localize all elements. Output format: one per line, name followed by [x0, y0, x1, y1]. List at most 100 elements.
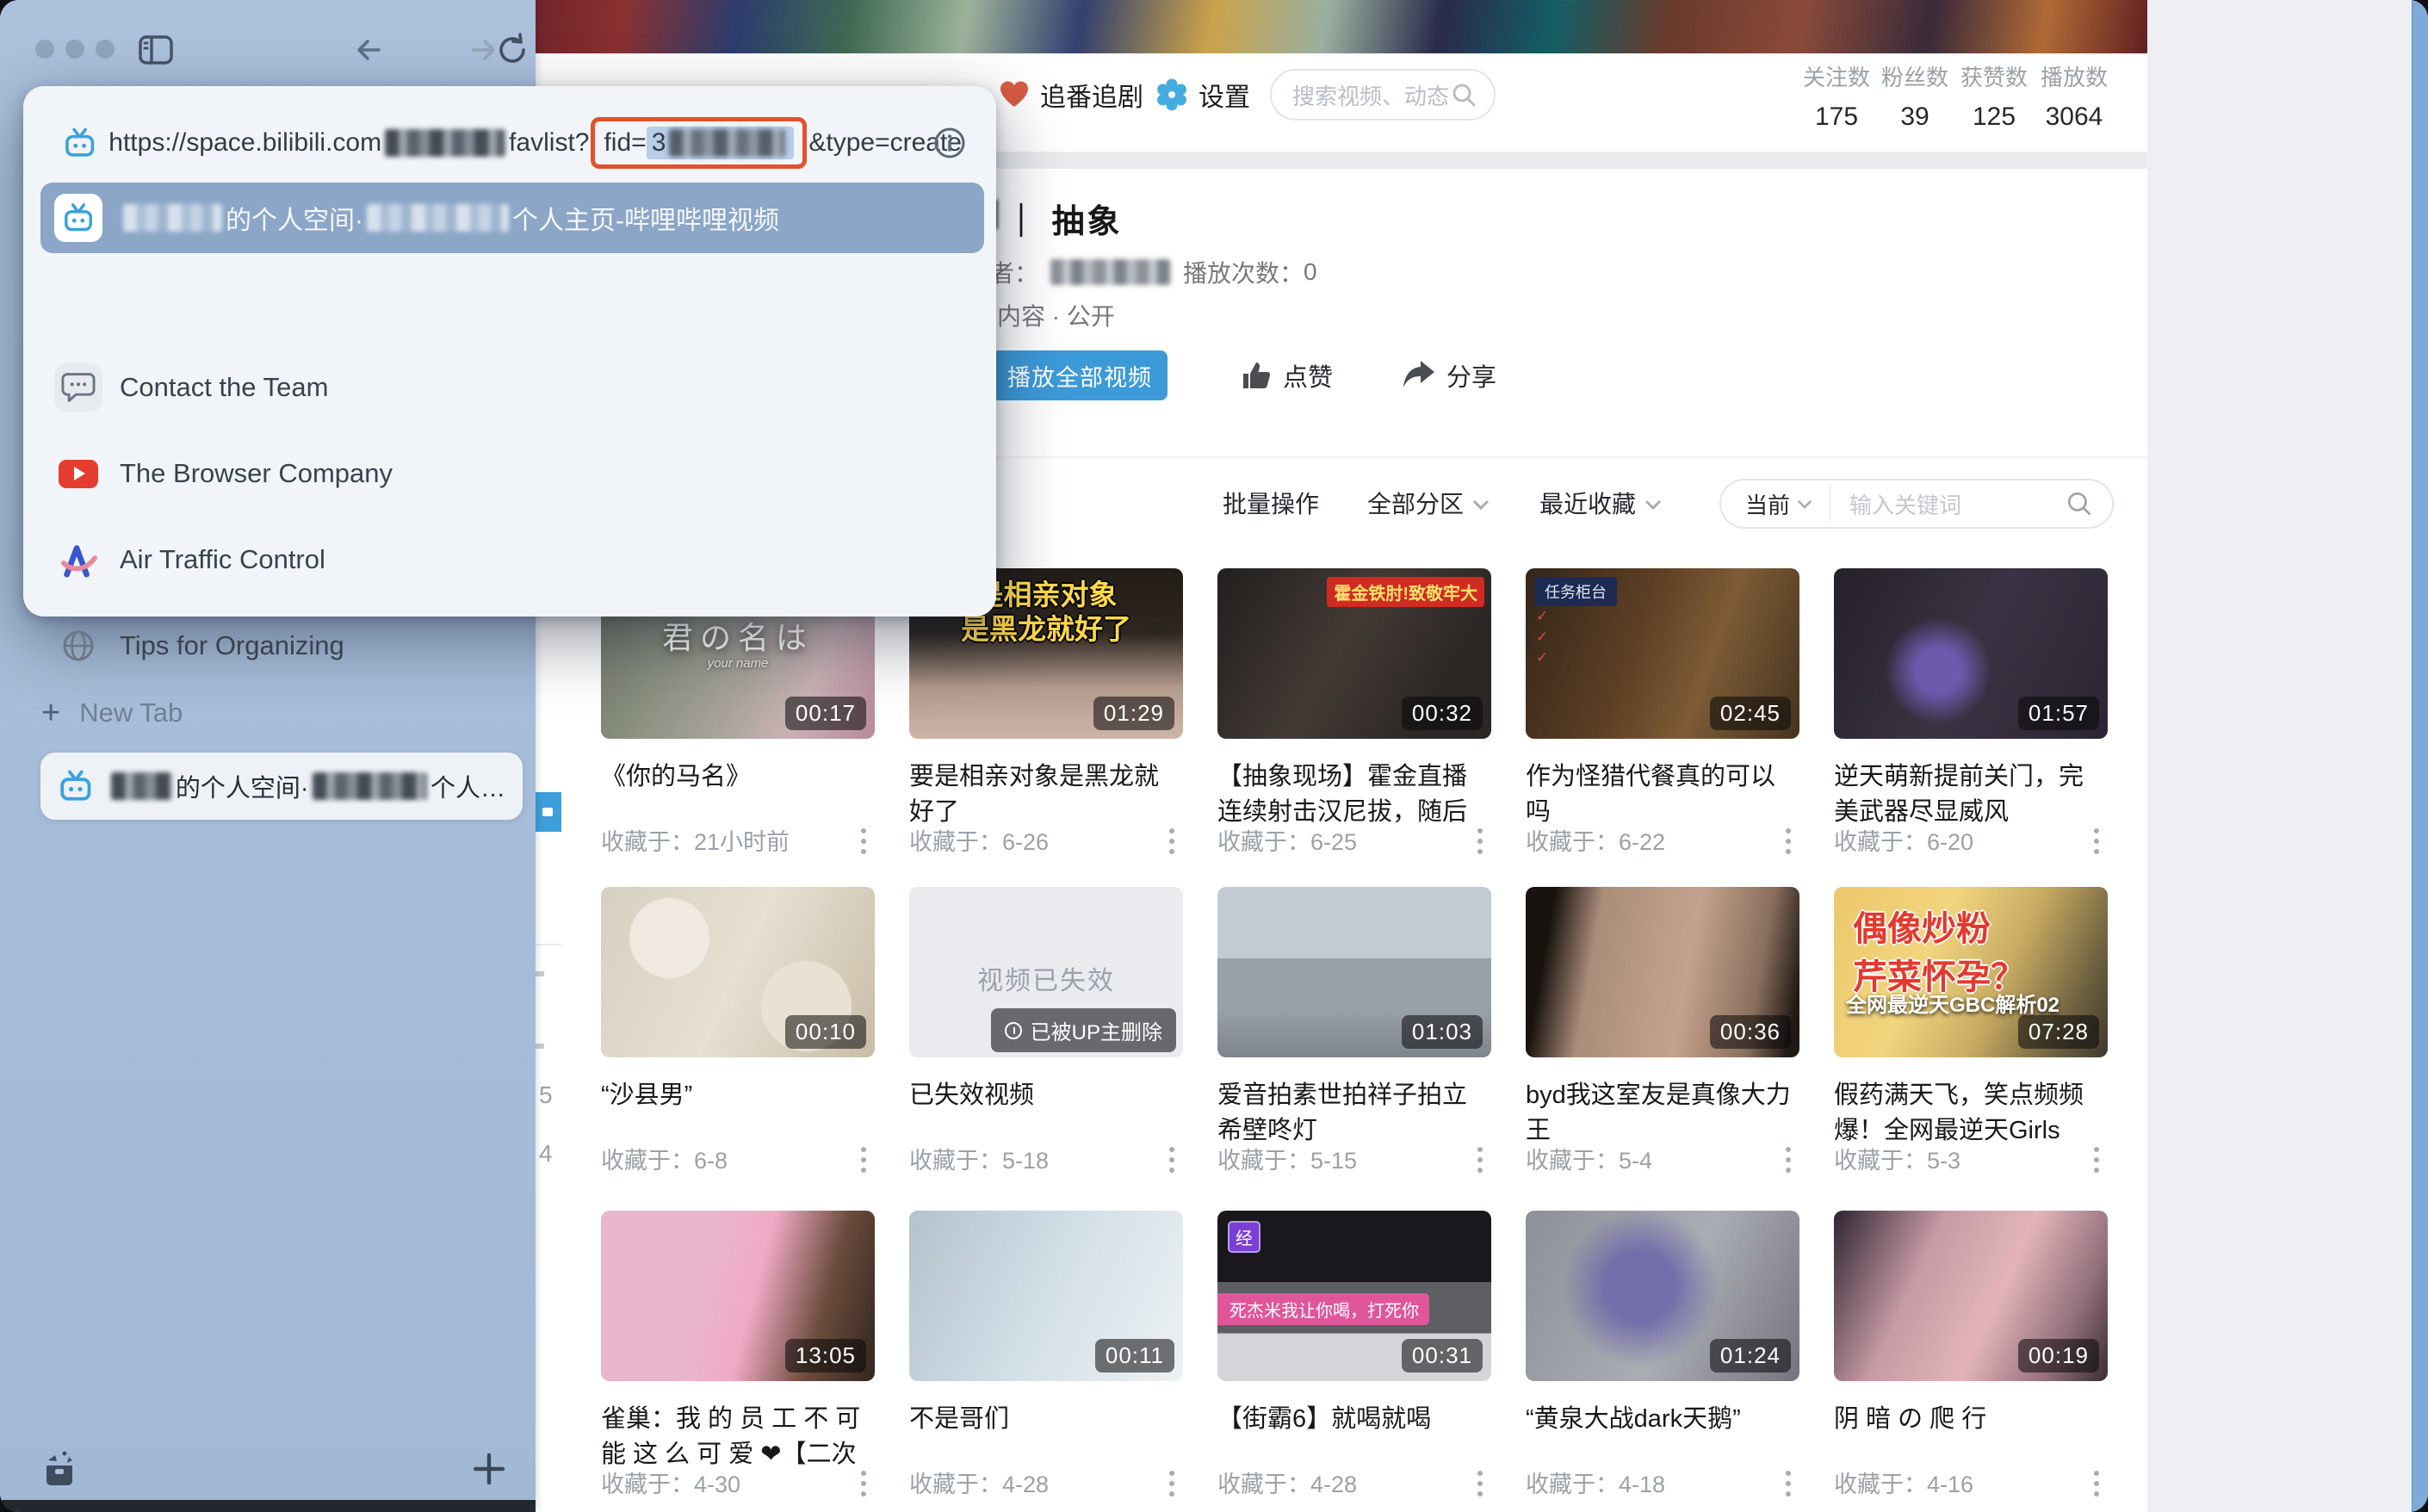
more-options-icon[interactable]: [1782, 1467, 1794, 1500]
back-icon[interactable]: [351, 34, 386, 65]
more-options-icon[interactable]: [858, 1467, 870, 1500]
video-thumbnail[interactable]: 任务柜台02:45: [1526, 568, 1799, 739]
video-title[interactable]: 【抽象现场】霍金直播连续射击汉尼拔，随后直播间被封: [1217, 759, 1491, 830]
video-card[interactable]: 偶像炒粉芹菜怀孕？全网最逆天GBC解析0207:28 假药满天飞，笑点频频爆！全网…: [1834, 887, 2108, 1190]
video-card[interactable]: 01:24“黄泉大战dark天鹅”收藏于：4-18: [1526, 1211, 1799, 1512]
more-options-icon[interactable]: [1474, 825, 1486, 858]
more-options-icon[interactable]: [2090, 825, 2103, 858]
dot: [1477, 839, 1483, 844]
dot: [2094, 1471, 2099, 1476]
video-title[interactable]: byd我这室友是真像大力王: [1526, 1078, 1799, 1149]
video-thumbnail[interactable]: 霍金铁肘!致敬牢大00:32: [1217, 568, 1491, 739]
video-title[interactable]: 雀巢：我 的 员 工 不 可 能 这 么 可 爱 ❤【二次元爆改: [601, 1402, 875, 1472]
chevron-down-icon: [1797, 499, 1812, 510]
video-thumbnail[interactable]: 01:24: [1526, 1211, 1799, 1381]
url-bar[interactable]: https://space.bilibili.com favlist? fid=…: [63, 115, 962, 170]
video-title[interactable]: 假药满天飞，笑点频频爆！全网最逆天Girls Band Cry解析: [1834, 1078, 2108, 1149]
like-button[interactable]: 点赞: [1240, 350, 1333, 400]
stat-plays[interactable]: 播放数 3064: [2022, 60, 2126, 132]
video-title[interactable]: 爱音拍素世拍祥子拍立希壁咚灯: [1217, 1078, 1491, 1149]
video-card[interactable]: 视频已失效已被UP主删除已失效视频收藏于：5-18: [909, 887, 1183, 1190]
video-title[interactable]: 【街霸6】就喝就喝: [1217, 1402, 1491, 1437]
category-dropdown[interactable]: 全部分区: [1367, 480, 1490, 529]
suggestion-browser-company[interactable]: The Browser Company: [40, 434, 984, 513]
saved-date-row: 收藏于：6-22: [1526, 823, 1665, 857]
video-thumbnail[interactable]: 经死杰米我让你喝，打死你00:31: [1217, 1211, 1491, 1381]
video-card[interactable]: 01:03爱音拍素世拍祥子拍立希壁咚灯收藏于：5-15: [1217, 887, 1491, 1190]
search-icon[interactable]: [2066, 490, 2093, 517]
new-tab-plus-icon[interactable]: [470, 1450, 508, 1488]
suggestion-label: Air Traffic Control: [120, 544, 325, 575]
more-options-icon[interactable]: [1474, 1467, 1486, 1500]
video-title[interactable]: “沙县男”: [601, 1078, 875, 1113]
video-title[interactable]: 作为怪猎代餐真的可以吗: [1526, 759, 1799, 830]
more-options-icon[interactable]: [1782, 1143, 1794, 1176]
video-thumbnail[interactable]: 偶像炒粉芹菜怀孕？全网最逆天GBC解析0207:28: [1834, 887, 2108, 1057]
video-thumbnail[interactable]: 00:36: [1526, 887, 1799, 1057]
video-card[interactable]: 任务柜台02:45 作为怪猎代餐真的可以吗收藏于：6-22: [1526, 568, 1799, 871]
video-thumbnail[interactable]: 13:05: [601, 1211, 875, 1381]
video-thumbnail[interactable]: 00:10: [601, 887, 875, 1057]
video-title[interactable]: 不是哥们: [909, 1402, 1183, 1437]
suggestion-tips-organizing[interactable]: Tips for Organizing: [40, 606, 984, 685]
video-card[interactable]: 霍金铁肘!致敬牢大00:32【抽象现场】霍金直播连续射击汉尼拔，随后直播间被封收…: [1217, 568, 1491, 871]
reload-icon[interactable]: [494, 33, 530, 67]
more-options-icon[interactable]: [1166, 825, 1178, 858]
thumbnail-caption: 经: [1228, 1221, 1260, 1253]
dot: [1169, 828, 1174, 833]
suggestion-selected[interactable]: 的个人空间· 个人主页-哔哩哔哩视频: [40, 183, 984, 253]
keyword-input[interactable]: 输入关键词: [1849, 488, 2066, 520]
library-icon[interactable]: [38, 1448, 81, 1491]
new-tab-button[interactable]: + New Tab: [41, 692, 183, 734]
dot: [1169, 849, 1174, 854]
video-title[interactable]: 已失效视频: [909, 1078, 1183, 1113]
video-thumbnail[interactable]: 视频已失效已被UP主删除: [909, 887, 1183, 1057]
video-card[interactable]: 00:36byd我这室友是真像大力王收藏于：5-4: [1526, 887, 1799, 1190]
video-thumbnail[interactable]: 01:03: [1217, 887, 1491, 1057]
video-title[interactable]: 逆天萌新提前关门，完美武器尽显威风: [1834, 759, 2108, 830]
more-options-icon[interactable]: [1782, 825, 1794, 858]
suggestion-label: Tips for Organizing: [120, 630, 344, 661]
nav-bangumi[interactable]: 追番追剧: [999, 76, 1143, 114]
play-all-button[interactable]: 播放全部视频: [992, 350, 1168, 400]
traffic-light-zoom[interactable]: [96, 40, 115, 59]
video-thumbnail[interactable]: 00:11: [909, 1211, 1183, 1381]
info-icon[interactable]: [932, 126, 967, 160]
more-options-icon[interactable]: [858, 1143, 870, 1176]
video-thumbnail[interactable]: 01:57: [1834, 568, 2108, 739]
share-button[interactable]: 分享: [1402, 350, 1496, 400]
traffic-light-close[interactable]: [35, 40, 54, 59]
more-options-icon[interactable]: [2090, 1143, 2103, 1176]
scope-dropdown[interactable]: 当前: [1745, 488, 1812, 520]
saved-label: 收藏于：: [909, 1472, 1002, 1497]
more-options-icon[interactable]: [1474, 1143, 1486, 1176]
video-title[interactable]: 阴 暗 の 爬 行: [1834, 1402, 2108, 1437]
saved-label: 收藏于：: [601, 829, 694, 855]
nav-settings[interactable]: 设置: [1155, 76, 1250, 114]
video-thumbnail[interactable]: 00:19: [1834, 1211, 2108, 1381]
suggestion-contact-team[interactable]: Contact the Team: [40, 348, 984, 427]
dot: [2094, 1491, 2099, 1497]
more-options-icon[interactable]: [1166, 1467, 1178, 1500]
video-card[interactable]: 00:19阴 暗 の 爬 行收藏于：4-16: [1834, 1211, 2108, 1512]
selected-folder-fragment[interactable]: [536, 792, 561, 832]
video-title[interactable]: 要是相亲对象是黑龙就好了: [909, 759, 1183, 830]
batch-actions-button[interactable]: 批量操作: [1223, 480, 1319, 529]
more-options-icon[interactable]: [858, 825, 870, 858]
suggestion-air-traffic-control[interactable]: Air Traffic Control: [40, 520, 984, 599]
video-card[interactable]: 13:05雀巢：我 的 员 工 不 可 能 这 么 可 爱 ❤【二次元爆改收藏于…: [601, 1211, 875, 1512]
more-options-icon[interactable]: [1166, 1143, 1178, 1176]
active-tab[interactable]: 的个人空间· 个人…: [40, 753, 523, 820]
video-title[interactable]: “黄泉大战dark天鹅”: [1526, 1402, 1799, 1437]
sort-dropdown[interactable]: 最近收藏: [1539, 480, 1662, 529]
video-card[interactable]: 01:57逆天萌新提前关门，完美武器尽显威风收藏于：6-20: [1834, 568, 2108, 871]
sidebar-toggle-icon[interactable]: [138, 34, 174, 65]
video-card[interactable]: 00:10“沙县男”收藏于：6-8: [601, 887, 875, 1190]
header-search-input[interactable]: 搜索视频、动态: [1270, 69, 1496, 121]
video-card[interactable]: 经死杰米我让你喝，打死你00:31【街霸6】就喝就喝收藏于：4-28: [1217, 1211, 1491, 1512]
more-options-icon[interactable]: [2090, 1467, 2103, 1500]
chevron-down-icon: [1644, 499, 1662, 511]
traffic-light-minimize[interactable]: [65, 40, 84, 59]
video-title[interactable]: 《你的马名》: [601, 759, 875, 795]
video-card[interactable]: 00:11不是哥们收藏于：4-28: [909, 1211, 1183, 1512]
